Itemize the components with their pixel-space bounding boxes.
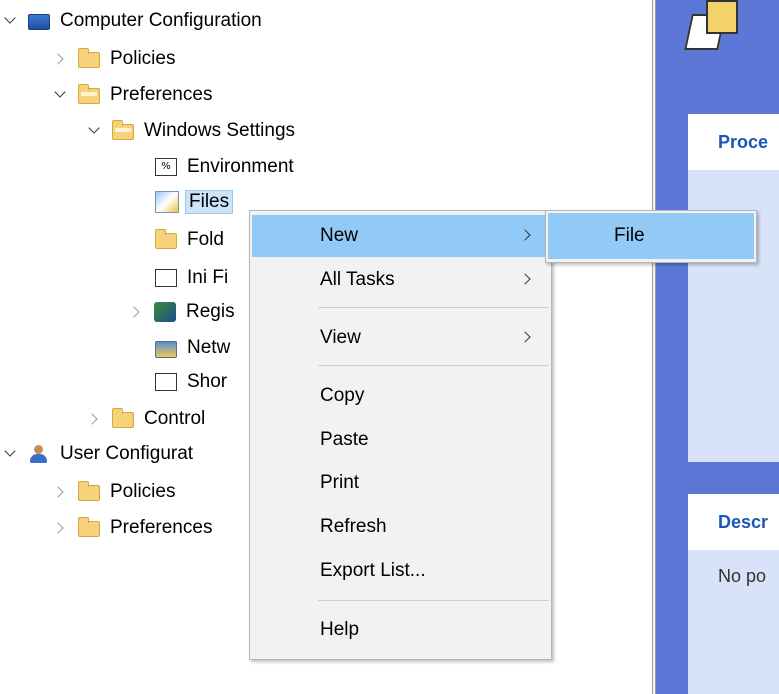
- tree-item-environment[interactable]: % Environment: [155, 152, 294, 182]
- chevron-down-icon[interactable]: [4, 14, 18, 28]
- computer-icon: [28, 14, 50, 30]
- menu-item-label: Print: [320, 472, 360, 493]
- tree-item-preferences[interactable]: Preferences: [54, 80, 212, 110]
- tree-item-label: Regis: [186, 301, 235, 322]
- tree-item-control-panel[interactable]: Control: [88, 404, 205, 434]
- tree-item-computer-configuration[interactable]: Computer Configuration: [4, 6, 262, 36]
- tree-item-label: Shor: [187, 371, 228, 392]
- open-folder-icon: [78, 84, 100, 104]
- chevron-down-icon[interactable]: [88, 124, 102, 138]
- menu-item-print[interactable]: Print: [252, 462, 549, 504]
- processing-panel: Proce: [688, 114, 779, 462]
- chevron-right-icon: [519, 331, 531, 343]
- tree-item-label: Windows Settings: [144, 120, 296, 141]
- description-panel: Descr No po: [688, 494, 779, 694]
- menu-item-label: New: [320, 225, 359, 246]
- menu-item-paste[interactable]: Paste: [252, 419, 549, 461]
- description-text: No po: [718, 566, 767, 586]
- ini-file-icon: [155, 269, 177, 287]
- tree-item-label: Computer Configuration: [60, 10, 262, 31]
- menu-item-label: Refresh: [320, 516, 387, 537]
- tree-item-shortcuts[interactable]: Shor: [155, 367, 227, 397]
- files-icon: [155, 191, 179, 213]
- tree-item-label: Policies: [110, 481, 176, 502]
- user-icon: [28, 444, 50, 464]
- chevron-right-icon: [519, 229, 531, 241]
- tree-item-user-configuration[interactable]: User Configurat: [4, 439, 193, 469]
- submenu-item-file[interactable]: File: [548, 213, 754, 259]
- chevron-right-icon[interactable]: [54, 485, 68, 499]
- folder-icon: [78, 481, 100, 501]
- folder-icon: [78, 517, 100, 537]
- menu-separator: [318, 365, 549, 366]
- details-pane: Proce Descr No po: [656, 0, 779, 694]
- menu-separator: [318, 600, 549, 601]
- menu-item-label: View: [320, 327, 361, 348]
- new-folder-icon: [155, 229, 177, 249]
- menu-item-label: Copy: [320, 385, 365, 406]
- menu-item-view[interactable]: View: [252, 317, 549, 359]
- tree-item-ini-files[interactable]: Ini Fi: [155, 263, 228, 293]
- folder-icon: [78, 48, 100, 68]
- tree-item-label: Preferences: [110, 84, 213, 105]
- chevron-right-icon[interactable]: [54, 52, 68, 66]
- chevron-down-icon[interactable]: [54, 88, 68, 102]
- group-policy-preferences-icon: [688, 0, 740, 58]
- menu-item-help[interactable]: Help: [252, 609, 549, 651]
- tree-item-label: Control: [144, 408, 206, 429]
- tree-item-files[interactable]: Files: [155, 187, 234, 217]
- menu-item-label: All Tasks: [320, 269, 395, 290]
- menu-item-label: File: [614, 225, 645, 246]
- menu-separator: [318, 307, 549, 308]
- description-header: Descr: [688, 494, 779, 550]
- menu-item-export-list[interactable]: Export List...: [252, 550, 549, 592]
- chevron-right-icon[interactable]: [130, 305, 144, 319]
- menu-item-label: Export List...: [320, 560, 426, 581]
- menu-item-all-tasks[interactable]: All Tasks: [252, 259, 549, 301]
- tree-item-windows-settings[interactable]: Windows Settings: [88, 116, 295, 146]
- open-folder-icon: [112, 120, 134, 140]
- menu-item-refresh[interactable]: Refresh: [252, 506, 549, 548]
- tree-item-label: User Configurat: [60, 443, 194, 464]
- tree-item-policies[interactable]: Policies: [54, 44, 175, 74]
- tree-item-registry[interactable]: Regis: [130, 297, 235, 327]
- chevron-right-icon[interactable]: [88, 412, 102, 426]
- tree-item-label: Environment: [187, 156, 294, 177]
- tree-item-label: Files: [185, 190, 234, 214]
- tree-item-label: Netw: [187, 337, 231, 358]
- tree-item-label: Ini Fi: [187, 267, 229, 288]
- tree-item-label: Fold: [187, 229, 224, 250]
- registry-icon: [154, 302, 176, 322]
- tree-item-folders[interactable]: Fold: [155, 225, 224, 255]
- tree-item-user-preferences[interactable]: Preferences: [54, 513, 212, 543]
- chevron-right-icon: [519, 273, 531, 285]
- menu-item-label: Paste: [320, 429, 369, 450]
- network-shares-icon: [155, 340, 177, 358]
- menu-item-new[interactable]: New: [252, 215, 549, 257]
- control-panel-icon: [112, 408, 134, 428]
- tree-item-label: Preferences: [110, 517, 213, 538]
- chevron-right-icon[interactable]: [54, 521, 68, 535]
- new-submenu: File: [545, 210, 757, 263]
- tree-item-user-policies[interactable]: Policies: [54, 477, 175, 507]
- chevron-down-icon[interactable]: [4, 447, 18, 461]
- environment-icon: %: [155, 158, 177, 176]
- processing-header: Proce: [688, 114, 779, 170]
- shortcut-icon: [155, 373, 177, 391]
- menu-item-copy[interactable]: Copy: [252, 375, 549, 417]
- tree-item-network-shares[interactable]: Netw: [155, 333, 230, 363]
- tree-item-label: Policies: [110, 48, 176, 69]
- context-menu: New All Tasks View Copy Paste Print Refr…: [249, 210, 552, 660]
- menu-item-label: Help: [320, 619, 360, 640]
